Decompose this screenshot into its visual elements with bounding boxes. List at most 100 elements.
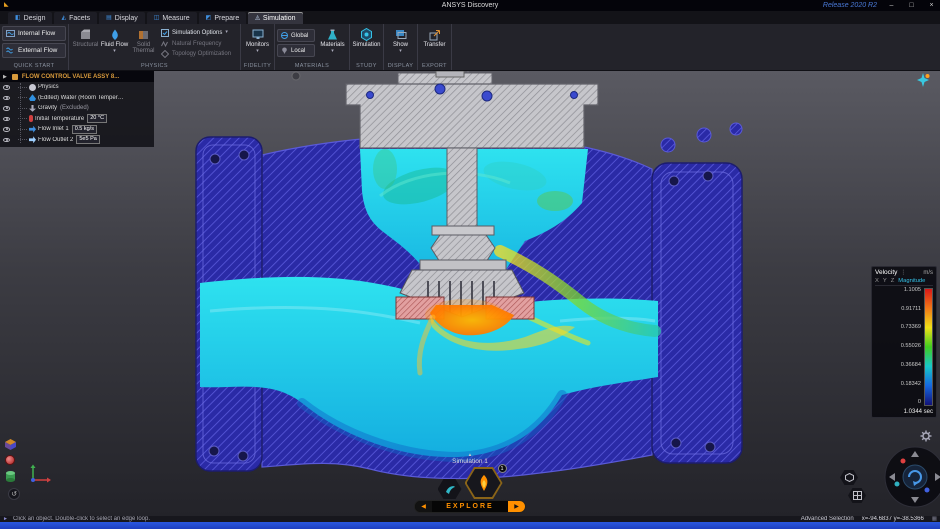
collapse-marker-icon[interactable]: ▲ (468, 453, 472, 458)
structural-button[interactable]: Structural (71, 26, 100, 61)
show-button[interactable]: Show ▾ (386, 26, 415, 61)
section-hex-button[interactable] (840, 470, 858, 485)
ribbon: Internal Flow External Flow QUICK START … (0, 24, 940, 71)
materials-group-label: MATERIALS (275, 63, 349, 69)
tree-item-gravity[interactable]: Gravity (Excluded) (0, 103, 154, 114)
visibility-eye-icon[interactable] (3, 106, 10, 111)
legend-axis-y[interactable]: Y (883, 278, 887, 284)
rotate-dot-blue[interactable] (925, 488, 930, 493)
group-study: Simulation STUDY (350, 24, 384, 70)
materials-flask-icon (326, 28, 339, 41)
tab-simulation[interactable]: ◬Simulation (248, 12, 302, 24)
tab-facets[interactable]: ◭Facets (54, 12, 97, 24)
legend-axis-z[interactable]: Z (891, 278, 895, 284)
natural-frequency-item[interactable]: Natural Frequency (161, 39, 235, 49)
tab-design[interactable]: ◧Design (8, 12, 52, 24)
cursor-icon: ► (3, 516, 8, 522)
study-simulation-button[interactable]: Simulation (352, 26, 381, 61)
topology-optimization-label: Topology Optimization (172, 51, 231, 57)
transfer-icon (428, 28, 441, 41)
expand-icon[interactable]: ▶ (3, 74, 7, 80)
rotate-dot-cyan[interactable] (895, 482, 900, 487)
tab-display[interactable]: ▤Display (99, 12, 145, 24)
grid-hex-button[interactable] (848, 488, 866, 503)
tree-item-label: Gravity (38, 105, 57, 111)
simulation-options-item[interactable]: Simulation Options ▾ (161, 28, 235, 38)
monitors-caret-icon: ▾ (256, 49, 259, 54)
isometric-cube-icon[interactable] (4, 438, 17, 456)
tab-label: Facets (69, 15, 90, 22)
maximize-button[interactable]: □ (906, 0, 917, 11)
global-materials-button[interactable]: Global (277, 29, 315, 42)
group-export: Transfer EXPORT (418, 24, 452, 70)
facets-icon: ◭ (61, 15, 66, 21)
legend-settings-gear-icon[interactable] (919, 429, 932, 442)
topology-optimization-icon (161, 50, 169, 58)
tree-root-item[interactable]: ▶ FLOW CONTROL VALVE ASSY 8... (0, 71, 154, 82)
tree-item-flow-outlet[interactable]: Flow Outlet 2 5e5 Pa (0, 135, 154, 146)
grid-toggle-icon[interactable]: ▦ (932, 516, 937, 522)
tab-prepare[interactable]: ◩Prepare (199, 12, 247, 24)
group-quick-start: Internal Flow External Flow QUICK START (0, 24, 69, 70)
tree-item-physics[interactable]: Physics (0, 82, 154, 93)
orbit-button[interactable] (903, 465, 927, 489)
study-simulation-label: Simulation (352, 42, 380, 48)
viewport-3d[interactable]: ▶ FLOW CONTROL VALVE ASSY 8... Physics (… (0, 71, 940, 516)
external-flow-button[interactable]: External Flow (2, 43, 66, 58)
structural-icon (79, 28, 92, 41)
legend-axis-x[interactable]: X (875, 278, 879, 284)
global-label: Global (291, 33, 308, 39)
internal-flow-button[interactable]: Internal Flow (2, 26, 66, 41)
tree-item-label: (Edited) Water (Room Temperatu... (38, 95, 124, 101)
visibility-eye-icon[interactable] (3, 117, 10, 122)
materials-button[interactable]: Materials ▾ (318, 26, 347, 61)
legend-colorbar[interactable] (924, 288, 933, 406)
design-icon: ◧ (15, 15, 21, 21)
tree-item-value-badge[interactable]: 20 °C (87, 114, 107, 123)
transfer-button[interactable]: Transfer (420, 26, 449, 61)
visibility-eye-icon[interactable] (3, 96, 10, 101)
fluid-flow-icon (108, 28, 121, 41)
tree-item-initial-temperature[interactable]: Initial Temperature 20 °C (0, 114, 154, 125)
transfer-label: Transfer (423, 42, 445, 48)
explore-next-button[interactable]: ▶ (508, 501, 525, 512)
tree-item-flow-inlet[interactable]: Flow Inlet 1 0.5 kg/s (0, 124, 154, 135)
navigation-wheel[interactable] (884, 446, 940, 513)
visibility-eye-icon[interactable] (3, 138, 10, 143)
active-simulation-hex-button[interactable]: 1 (465, 467, 503, 499)
tree-item-value-badge[interactable]: 0.5 kg/s (72, 125, 97, 134)
sphere-tool-icon[interactable] (5, 455, 15, 465)
local-materials-button[interactable]: Local (277, 44, 315, 57)
selection-mode-label[interactable]: Advanced Selection (801, 516, 854, 522)
solid-thermal-button[interactable]: Solid Thermal (129, 26, 158, 61)
simulation-name-label: Simulation 1 (452, 458, 488, 465)
rotate-dot-red[interactable] (901, 459, 906, 464)
cylinder-tool-icon[interactable] (5, 470, 16, 488)
sparkle-appearance-icon[interactable] (916, 73, 930, 92)
explore-label[interactable]: EXPLORE (432, 503, 508, 510)
minimize-button[interactable]: – (886, 0, 897, 11)
legend-menu-icon[interactable]: ⋮ (900, 269, 906, 276)
visibility-eye-icon[interactable] (3, 127, 10, 132)
tree-item-label: Initial Temperature (35, 116, 84, 122)
physics-icon (29, 84, 36, 91)
explore-prev-button[interactable]: ◀ (415, 501, 432, 512)
visibility-eye-icon[interactable] (3, 85, 10, 90)
legend-title: Velocity (875, 269, 897, 276)
release-label: Release 2020 R2 (823, 2, 877, 9)
undo-view-button[interactable]: ↺ (8, 488, 20, 500)
measure-icon: ◫ (154, 15, 160, 21)
axis-triad[interactable] (28, 464, 52, 489)
group-fidelity: Monitors ▾ FIDELITY (241, 24, 275, 70)
tab-measure[interactable]: ◫Measure (147, 12, 197, 24)
legend-tick: 1.1005 (875, 288, 921, 294)
monitors-button[interactable]: Monitors ▾ (243, 26, 272, 61)
tree-item-material-water[interactable]: (Edited) Water (Room Temperatu... (0, 93, 154, 104)
fluid-flow-button[interactable]: Fluid Flow ▾ (100, 26, 129, 61)
legend-mode-magnitude[interactable]: Magnitude (898, 278, 925, 284)
model-hex-button[interactable] (438, 479, 462, 499)
topology-optimization-item[interactable]: Topology Optimization (161, 49, 235, 59)
tree-item-value-badge[interactable]: 5e5 Pa (76, 135, 99, 144)
close-button[interactable]: × (926, 0, 937, 11)
pin-icon (281, 47, 288, 54)
